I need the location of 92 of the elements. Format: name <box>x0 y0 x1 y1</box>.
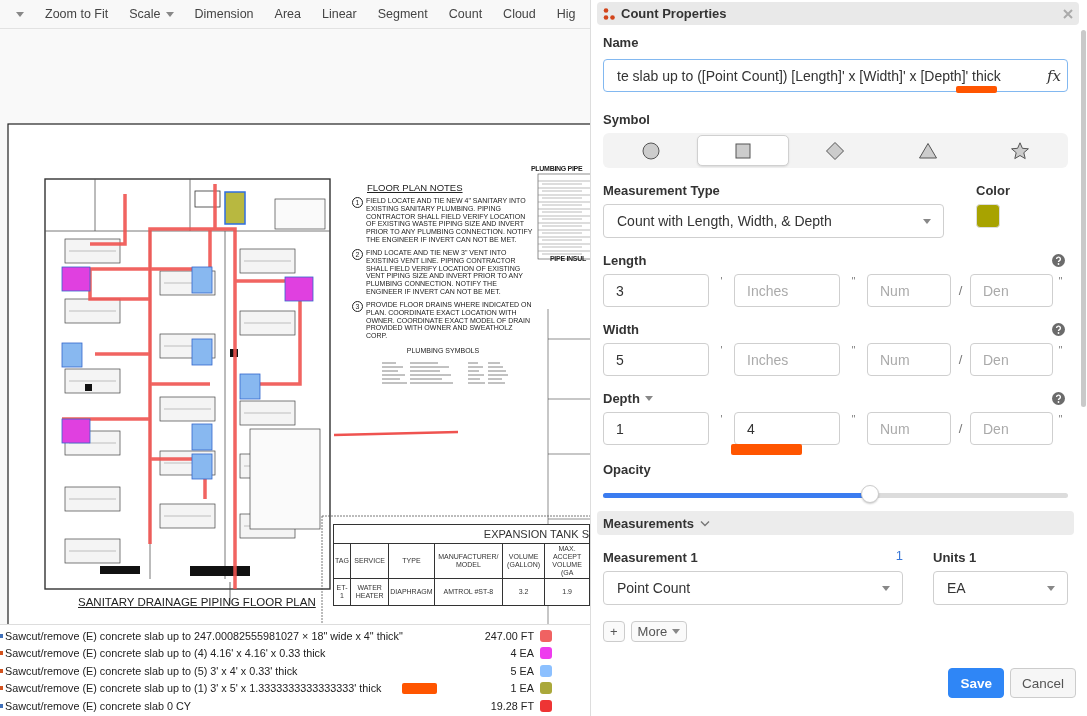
help-icon <box>1052 391 1065 405</box>
caret-icon <box>1047 585 1055 591</box>
line-icon <box>0 703 3 708</box>
dropdown-button[interactable]: Depth <box>603 389 653 407</box>
input-field[interactable]: Num <box>867 274 951 307</box>
line-icon <box>0 633 3 638</box>
field-label: Color <box>976 181 1010 199</box>
toolbar-button[interactable]: Scale <box>129 7 174 21</box>
toolbar-button[interactable]: Segment <box>377 7 428 21</box>
field-label: Opacity <box>603 460 652 478</box>
field-label: Symbol <box>603 110 651 128</box>
section-header[interactable]: Measurements <box>597 511 1074 535</box>
input-field[interactable]: Num <box>867 412 951 445</box>
triangle-icon <box>917 140 938 161</box>
takeoff-name[interactable]: Sawcut/remove (E) concrete slab up to 247.00082555981027 × 18" wide x 4" thick" <box>5 629 403 642</box>
toolbar-button[interactable]: Hig <box>556 7 576 21</box>
field-label: Units 1 <box>933 548 978 566</box>
more-button[interactable]: More <box>630 621 688 642</box>
unit-mark: " <box>1057 275 1064 289</box>
unit-mark: / <box>957 420 964 438</box>
unit-mark: " <box>850 344 857 358</box>
star-icon <box>1009 140 1030 161</box>
save-button[interactable]: Save <box>948 668 1004 698</box>
input-field[interactable]: Den <box>970 412 1053 445</box>
add-button[interactable]: + <box>603 621 625 642</box>
field-label: Measurement Type <box>603 181 721 199</box>
input-field[interactable]: Inches <box>734 343 840 376</box>
quantity: 1 EA <box>510 682 534 695</box>
slider-thumb[interactable] <box>861 484 880 503</box>
color-swatch[interactable] <box>976 204 1000 228</box>
symbol-option[interactable] <box>697 135 790 166</box>
toolbar-button[interactable]: Zoom to Fit <box>45 7 109 21</box>
toolbar-button[interactable]: Cloud <box>503 7 536 21</box>
quantity: 4 EA <box>510 647 534 660</box>
help-icon <box>1052 253 1065 267</box>
unit-mark: " <box>1057 413 1064 427</box>
input-field[interactable]: 4 <box>734 412 840 445</box>
caret-icon <box>923 218 931 224</box>
square-icon <box>733 140 754 161</box>
table-title: EXPANSION TANK S <box>333 524 590 544</box>
unit-mark: ' <box>719 275 724 289</box>
scrollbar-thumb[interactable] <box>1081 30 1086 407</box>
takeoff-name[interactable]: Sawcut/remove (E) concrete slab 0 CY <box>5 699 192 712</box>
unit-mark: / <box>957 351 964 369</box>
count-icon <box>0 668 3 673</box>
unit-mark: " <box>850 275 857 289</box>
plan-title: SANITARY DRAINAGE PIPING FLOOR PLAN <box>78 596 316 610</box>
units-dropdown[interactable]: EA <box>933 571 1068 605</box>
chevron-icon <box>700 519 711 527</box>
input-field[interactable]: Den <box>970 343 1053 376</box>
notes-title: FLOOR PLAN NOTES <box>367 183 463 194</box>
field-label: Length <box>603 251 647 269</box>
diamond-icon <box>825 140 846 161</box>
toolbar-button[interactable]: Linear <box>321 7 357 21</box>
circle-icon <box>641 140 662 161</box>
cancel-button[interactable]: Cancel <box>1009 668 1076 698</box>
unit-mark: " <box>1057 344 1064 358</box>
measurement-dropdown[interactable]: Point Count <box>603 571 903 605</box>
caret-icon <box>882 585 890 591</box>
help-icon <box>1052 322 1065 336</box>
unit-mark: " <box>850 413 857 427</box>
name-field[interactable]: te slab up to ([Point Count]) [Length]' x [Width]' x [Depth]' thick fx <box>603 59 1068 92</box>
toolbar-button[interactable]: Area <box>274 7 301 21</box>
count-value: 1 <box>895 548 903 565</box>
quantity: 19.28 FT <box>490 699 534 712</box>
takeoff-name[interactable]: Sawcut/remove (E) concrete slab up to (1) 3' x 5' x 1.3333333333333333' thick <box>5 682 382 695</box>
quantity: 247.00 FT <box>484 629 534 642</box>
field-label: Width <box>603 320 639 338</box>
type-dropdown[interactable]: Count with Length, Width, & Depth <box>603 204 944 238</box>
field-label: Name <box>603 33 640 51</box>
field-label: Measurement 1 <box>603 548 698 566</box>
panel-title: Count Properties <box>621 6 728 21</box>
takeoff-name[interactable]: Sawcut/remove (E) concrete slab up to (5) 3' x 4' x 0.33' thick <box>5 664 298 677</box>
count-icon <box>0 686 3 691</box>
input-field[interactable]: 3 <box>603 274 709 307</box>
quantity: 5 EA <box>510 664 534 677</box>
input-field[interactable]: Num <box>867 343 951 376</box>
input-field[interactable]: 5 <box>603 343 709 376</box>
toolbar-button[interactable]: Count <box>448 7 483 21</box>
count-icon <box>0 651 3 656</box>
takeoff-name[interactable]: Sawcut/remove (E) concrete slab up to (4) 4.16' x 4.16' x 0.33 thick <box>5 647 326 660</box>
formula-button[interactable]: fx <box>1045 66 1063 85</box>
unit-mark: ' <box>719 413 724 427</box>
input-field[interactable]: 1 <box>603 412 709 445</box>
close-icon[interactable] <box>1063 8 1073 19</box>
input-field[interactable]: Den <box>970 274 1053 307</box>
caret-icon <box>672 629 681 634</box>
dots-icon <box>603 7 615 20</box>
unit-mark: ' <box>719 344 724 358</box>
unit-mark: / <box>957 282 964 300</box>
input-field[interactable]: Inches <box>734 274 840 307</box>
toolbar-button[interactable]: Dimension <box>194 7 254 21</box>
